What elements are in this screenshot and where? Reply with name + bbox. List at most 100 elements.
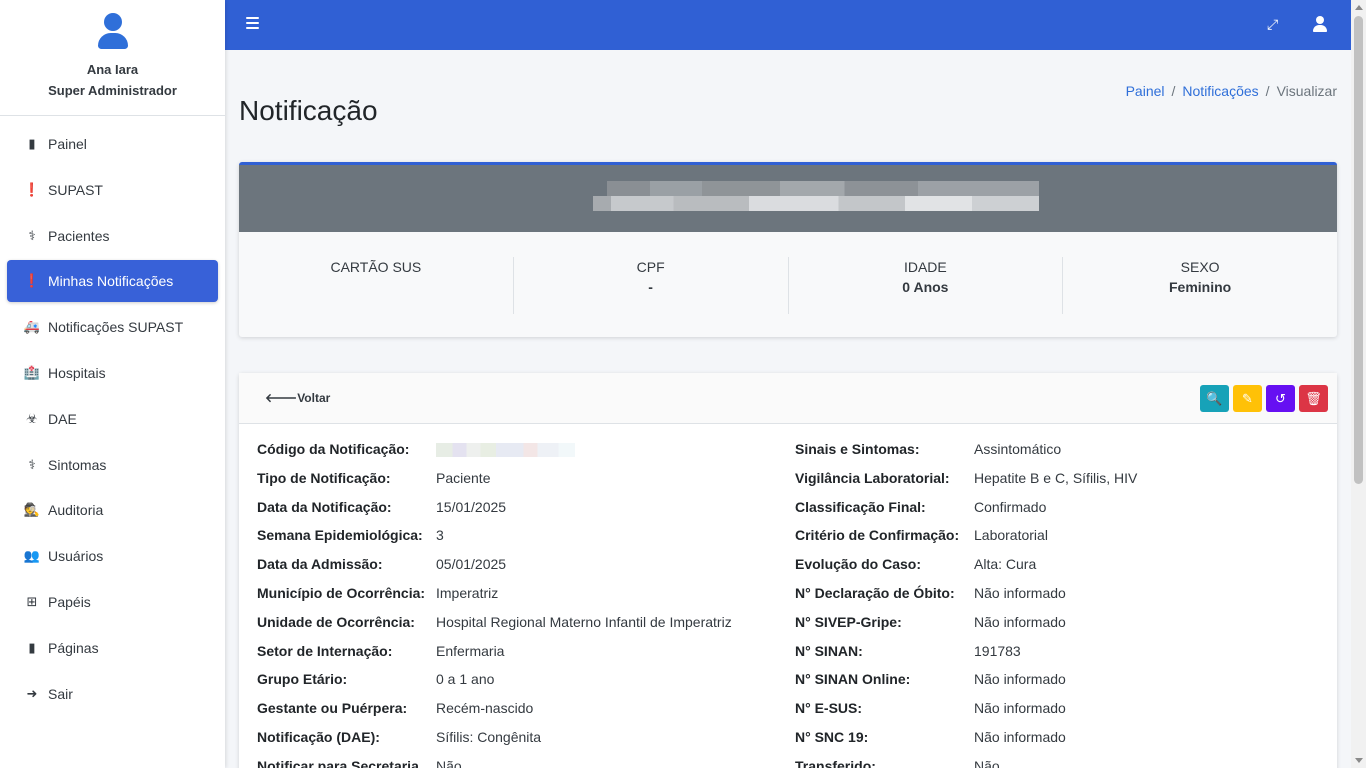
sidebar-nav: ▮ Painel ❗ SUPAST ⚕ Pacientes ❗ Minhas Notifica…	[0, 116, 225, 725]
sidebar-item-hospitais[interactable]: 🏥 Hospitais	[7, 352, 218, 394]
field-value: Imperatriz	[436, 584, 499, 601]
scroll-up-arrow-icon[interactable]	[1355, 5, 1363, 10]
field-label: Data da Admissão:	[257, 556, 383, 573]
sidebar-item-auditoria[interactable]: 🕵 Auditoria	[7, 489, 218, 531]
field-row: Tipo de Notificação: Paciente	[257, 470, 732, 499]
field-row: Grupo Etário: 0 a 1 ano	[257, 671, 732, 700]
back-label: Voltar	[297, 391, 331, 405]
stat-sexo: SEXO Feminino	[1063, 257, 1337, 314]
field-row: Transferido: Não	[795, 758, 1137, 768]
sidebar-item-papeis[interactable]: ⊞ Papéis	[7, 581, 218, 623]
page-scrollbar[interactable]	[1351, 0, 1366, 768]
sidebar-item-usuarios[interactable]: 👥 Usuários	[7, 535, 218, 577]
fields-left-column: Código da Notificação: Tipo de Notificaçã…	[257, 441, 732, 768]
user-secret-icon: 🕵	[23, 502, 41, 518]
view-button[interactable]: 🔍	[1200, 385, 1229, 412]
field-value: 0 a 1 ano	[436, 671, 495, 688]
field-row: Sinais e Sintomas: Assintomático	[795, 441, 1137, 470]
patient-name-header	[239, 165, 1337, 232]
sidebar-item-label: Sintomas	[48, 456, 107, 473]
field-value: Não	[974, 757, 1000, 768]
history-button[interactable]: ↺	[1266, 385, 1295, 412]
field-label: Semana Epidemiológica:	[257, 527, 423, 544]
sidebar-item-label: SUPAST	[48, 181, 103, 198]
field-value: Paciente	[436, 469, 491, 486]
field-label: N° Declaração de Óbito:	[795, 584, 955, 601]
clipboard-icon: ▮	[28, 136, 36, 151]
field-value: Alta: Cura	[974, 556, 1037, 573]
field-row: Data da Admissão: 05/01/2025	[257, 556, 732, 585]
field-row: N° SNC 19: Não informado	[795, 729, 1137, 758]
sidebar-item-label: Minhas Notificações	[48, 273, 174, 290]
menu-toggle-icon[interactable]	[246, 17, 259, 29]
breadcrumb-current: Visualizar	[1276, 83, 1337, 99]
stat-idade: IDADE 0 Anos	[789, 257, 1064, 314]
page-title: Notificação	[239, 95, 378, 126]
field-label: Tipo de Notificação:	[257, 469, 391, 486]
users-icon: 👥	[23, 548, 41, 564]
sidebar-item-painel[interactable]: ▮ Painel	[7, 123, 218, 165]
field-value: Não informado	[974, 671, 1066, 688]
field-row: Município de Ocorrência: Imperatriz	[257, 585, 732, 614]
head-virus-icon: ☣	[26, 410, 38, 426]
field-value: Hepatite B e C, Sífilis, HIV	[974, 469, 1138, 486]
user-menu-icon[interactable]	[1313, 16, 1327, 32]
sign-out-icon: ➜	[26, 685, 38, 701]
field-label: Sinais e Sintomas:	[795, 441, 920, 457]
stat-sexo-value: Feminino	[1169, 279, 1232, 295]
field-label: N° SIVEP-Gripe:	[795, 613, 902, 630]
field-value: 3	[436, 527, 444, 544]
sidebar-item-dae[interactable]: ☣ DAE	[7, 398, 218, 440]
fullscreen-icon[interactable]: ⤢	[1267, 17, 1281, 31]
field-label: Grupo Etário:	[257, 671, 348, 688]
stat-cpf: CPF -	[514, 257, 789, 314]
topbar: ⤢	[225, 0, 1351, 50]
field-row: Setor de Internação: Enfermaria	[257, 643, 732, 672]
sidebar-item-minhas-notificacoes[interactable]: ❗ Minhas Notificações	[7, 260, 218, 303]
field-label: Critério de Confirmação:	[795, 527, 960, 544]
field-value: Não informado	[974, 613, 1066, 630]
ambulance-icon: 🚑	[23, 319, 41, 335]
breadcrumb-painel[interactable]: Painel	[1126, 83, 1165, 99]
scroll-down-arrow-icon[interactable]	[1355, 758, 1363, 763]
sidebar-item-supast[interactable]: ❗ SUPAST	[7, 169, 218, 211]
edit-button[interactable]: ✎	[1233, 385, 1262, 412]
hospital-icon: 🏥	[23, 364, 41, 380]
sidebar-item-pacientes[interactable]: ⚕ Pacientes	[7, 215, 218, 257]
stat-sexo-label: SEXO	[1180, 259, 1220, 275]
field-row: Data da Notificação: 15/01/2025	[257, 499, 732, 528]
field-value: Confirmado	[974, 498, 1047, 515]
field-label: Unidade de Ocorrência:	[257, 613, 415, 630]
delete-button[interactable]: 🗑	[1299, 385, 1328, 412]
field-value: Recém-nascido	[436, 700, 534, 717]
notification-detail-card: 🡐Voltar 🔍 ✎ ↺ 🗑 Código da Notificação: Ti…	[239, 373, 1337, 768]
stat-idade-value: 0 Anos	[902, 279, 949, 295]
sidebar-item-sair[interactable]: ➜ Sair	[7, 673, 218, 715]
field-label: N° SNC 19:	[795, 728, 869, 745]
field-row: N° SIVEP-Gripe: Não informado	[795, 614, 1137, 643]
user-avatar-icon	[97, 13, 129, 51]
field-label: Setor de Internação:	[257, 642, 393, 659]
field-row: N° Declaração de Óbito: Não informado	[795, 585, 1137, 614]
user-injured-icon: ⚕	[28, 227, 36, 243]
field-row: Notificar para Secretaria Não	[257, 758, 732, 768]
field-label: Transferido:	[795, 757, 876, 768]
file-icon: ▮	[28, 639, 36, 655]
field-row: Critério de Confirmação: Laboratorial	[795, 527, 1137, 556]
field-label: Notificação (DAE):	[257, 728, 380, 745]
field-label: Classificação Final:	[795, 498, 926, 515]
field-label: Código da Notificação:	[257, 441, 410, 457]
field-row: Vigilância Laboratorial: Hepatite B e C, …	[795, 470, 1137, 499]
field-row: Gestante ou Puérpera: Recém-nascido	[257, 700, 732, 729]
back-button[interactable]: 🡐Voltar	[265, 390, 330, 405]
scrollbar-thumb[interactable]	[1354, 16, 1363, 484]
field-value: 191783	[974, 642, 1021, 659]
sidebar: Ana Iara Super Administrador ▮ Painel ❗ SUP…	[0, 0, 225, 768]
breadcrumb-notificacoes[interactable]: Notificações	[1182, 83, 1258, 99]
arrow-left-icon: 🡐	[265, 391, 298, 405]
sidebar-item-notificacoes-supast[interactable]: 🚑 Notificações SUPAST	[7, 306, 218, 348]
sidebar-item-sintomas[interactable]: ⚕ Sintomas	[7, 444, 218, 486]
sidebar-item-paginas[interactable]: ▮ Páginas	[7, 627, 218, 669]
field-row: Semana Epidemiológica: 3	[257, 527, 732, 556]
field-value: Assintomático	[974, 441, 1062, 457]
